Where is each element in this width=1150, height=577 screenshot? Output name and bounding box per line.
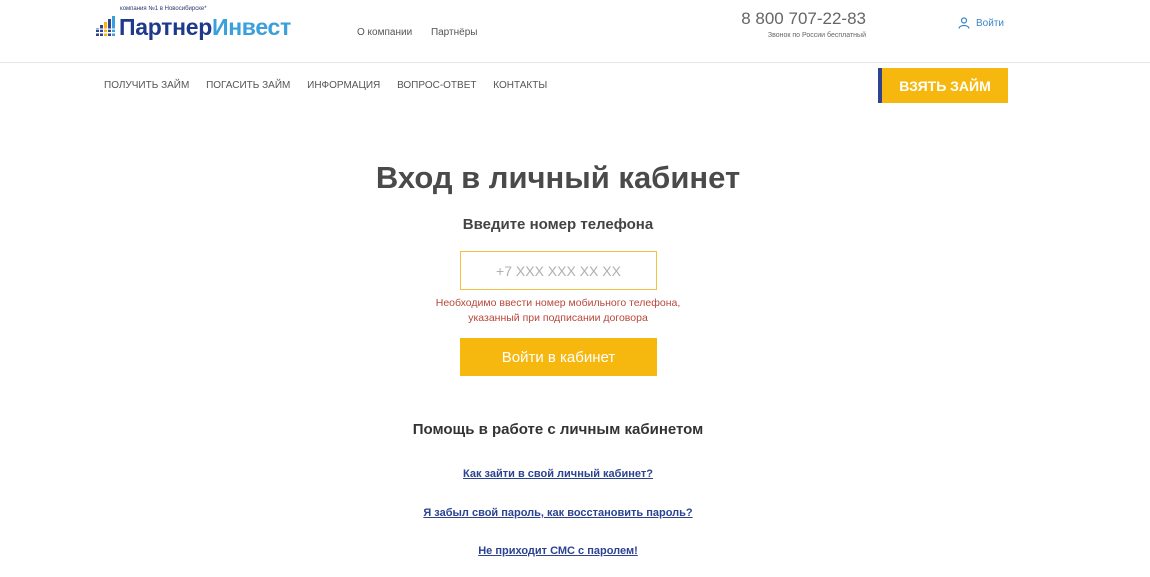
help-title: Помощь в работе с личным кабинетом bbox=[412, 421, 704, 438]
help-link-how-to-login[interactable]: Как зайти в свой личный кабинет? bbox=[463, 468, 653, 480]
nav-item-repay-loan[interactable]: Погасить займ bbox=[206, 80, 290, 91]
phone-block: 8 800 707-22-83 Звонок по России бесплат… bbox=[741, 9, 866, 39]
help-item: Как зайти в свой личный кабинет? bbox=[0, 468, 1116, 480]
phone-number[interactable]: 8 800 707-22-83 bbox=[741, 9, 866, 29]
phone-note: Звонок по России бесплатный bbox=[767, 32, 866, 39]
error-line-2: указанный при подписании договора bbox=[468, 312, 648, 324]
nav-item-info[interactable]: Информация bbox=[307, 80, 380, 91]
site-header: компания №1 в Новосибирске* ПартнерИнвес… bbox=[0, 0, 1150, 63]
login-link[interactable]: Войти bbox=[958, 17, 1004, 29]
top-link-about[interactable]: О компании bbox=[357, 27, 412, 38]
page-title: Вход в личный кабинет bbox=[375, 160, 741, 195]
nav-item-faq[interactable]: Вопрос-ответ bbox=[397, 80, 476, 91]
nav-item-get-loan[interactable]: Получить займ bbox=[104, 80, 189, 91]
logo-tagline: компания №1 в Новосибирске* bbox=[120, 6, 207, 12]
error-line-1: Необходимо ввести номер мобильного телеф… bbox=[435, 297, 681, 309]
help-link-no-sms[interactable]: Не приходит СМС с паролем! bbox=[478, 545, 638, 557]
logo[interactable]: компания №1 в Новосибирске* ПартнерИнвес… bbox=[96, 6, 306, 46]
main-nav: Получить займ Погасить займ Информация В… bbox=[104, 80, 561, 91]
phone-prompt: Введите номер телефона bbox=[462, 216, 654, 233]
nav-item-contacts[interactable]: Контакты bbox=[493, 80, 547, 91]
logo-bars-icon bbox=[96, 16, 115, 36]
help-link-forgot-password[interactable]: Я забыл свой пароль, как восстановить па… bbox=[423, 507, 692, 519]
phone-error-message: Необходимо ввести номер мобильного телеф… bbox=[0, 296, 1116, 326]
take-loan-button[interactable]: ВЗЯТЬ ЗАЙМ bbox=[878, 68, 1008, 103]
login-submit-button[interactable]: Войти в кабинет bbox=[460, 338, 657, 376]
login-label: Войти bbox=[976, 17, 1004, 29]
logo-text: ПартнерИнвест bbox=[119, 14, 291, 40]
user-icon bbox=[958, 17, 970, 29]
top-links: О компании Партнёры bbox=[357, 27, 493, 38]
help-item: Я забыл свой пароль, как восстановить па… bbox=[0, 507, 1116, 519]
help-item: Не приходит СМС с паролем! bbox=[0, 545, 1116, 557]
top-link-partners[interactable]: Партнёры bbox=[431, 27, 478, 38]
phone-input[interactable] bbox=[460, 251, 657, 290]
